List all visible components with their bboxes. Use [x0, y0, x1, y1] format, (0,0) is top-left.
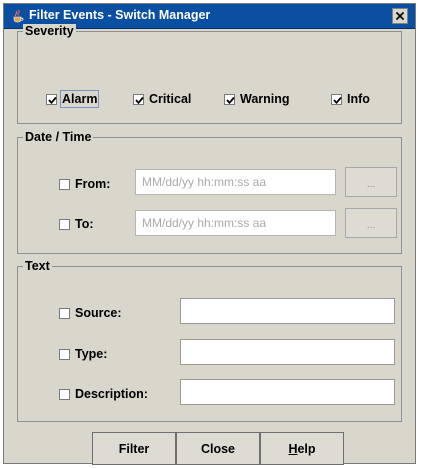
filter-events-dialog: Filter Events - Switch Manager Severity …: [3, 3, 416, 465]
to-checkbox[interactable]: [59, 218, 70, 230]
check-icon: [135, 96, 144, 104]
to-label: To:: [75, 217, 94, 231]
to-option[interactable]: To:: [59, 217, 94, 231]
warning-label: Warning: [240, 92, 290, 106]
warning-checkbox[interactable]: [224, 93, 235, 105]
check-icon: [48, 96, 57, 104]
info-label: Info: [347, 92, 370, 106]
from-checkbox[interactable]: [59, 178, 70, 190]
alarm-label: Alarm: [59, 90, 100, 108]
info-checkbox[interactable]: [331, 93, 342, 105]
help-button[interactable]: Help: [260, 432, 344, 465]
type-checkbox[interactable]: [59, 348, 70, 360]
type-option[interactable]: Type:: [59, 347, 107, 361]
datetime-group: Date / Time From: ... To: ...: [17, 130, 402, 254]
type-input[interactable]: [180, 339, 395, 365]
critical-checkbox[interactable]: [133, 93, 144, 105]
severity-legend: Severity: [23, 24, 76, 38]
to-browse-button[interactable]: ...: [345, 208, 397, 238]
source-checkbox[interactable]: [59, 307, 70, 319]
description-option[interactable]: Description:: [59, 387, 148, 401]
type-label: Type:: [75, 347, 108, 361]
description-label: Description:: [75, 387, 148, 401]
check-icon: [226, 96, 235, 104]
from-option[interactable]: From:: [59, 177, 110, 191]
source-input[interactable]: [180, 298, 395, 324]
text-legend: Text: [23, 259, 52, 273]
window-title: Filter Events - Switch Manager: [29, 8, 211, 22]
severity-group: Severity Alarm Critical Warning Info: [17, 24, 402, 124]
severity-alarm-option[interactable]: Alarm: [46, 90, 100, 108]
from-label: From:: [75, 177, 111, 191]
java-cup-icon: [13, 9, 24, 23]
close-button[interactable]: Close: [176, 432, 260, 465]
help-button-label: Help: [288, 442, 315, 456]
datetime-legend: Date / Time: [23, 130, 94, 144]
source-option[interactable]: Source:: [59, 306, 122, 320]
check-icon: [333, 96, 342, 104]
source-label: Source:: [75, 306, 122, 320]
from-browse-button[interactable]: ...: [345, 167, 397, 197]
to-date-input[interactable]: [135, 210, 336, 236]
alarm-checkbox[interactable]: [46, 93, 57, 105]
filter-button-label: Filter: [118, 441, 150, 456]
close-icon: [395, 11, 405, 21]
critical-label: Critical: [149, 92, 192, 106]
text-group: Text Source: Type: Description:: [17, 259, 402, 422]
severity-critical-option[interactable]: Critical: [133, 92, 191, 106]
help-label-rest: elp: [297, 441, 316, 456]
severity-warning-option[interactable]: Warning: [224, 92, 290, 106]
window-close-button[interactable]: [392, 8, 408, 24]
from-date-input[interactable]: [135, 169, 336, 195]
description-input[interactable]: [180, 379, 395, 405]
severity-info-option[interactable]: Info: [331, 92, 370, 106]
description-checkbox[interactable]: [59, 388, 70, 400]
close-button-label: Close: [200, 441, 236, 456]
filter-button[interactable]: Filter: [92, 432, 176, 465]
